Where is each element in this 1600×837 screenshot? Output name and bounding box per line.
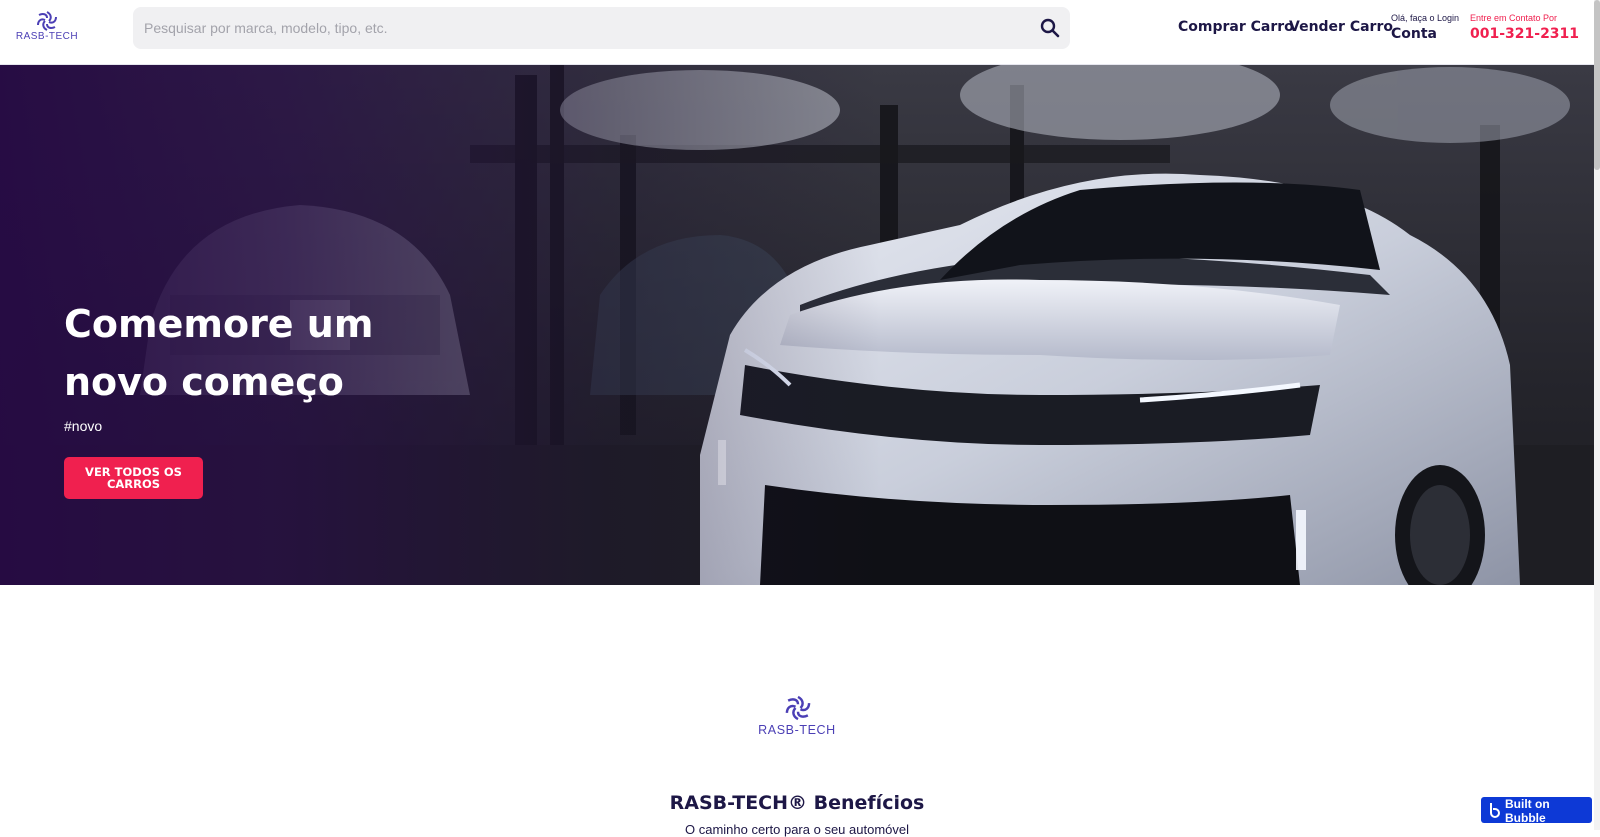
bubble-logo-icon bbox=[1490, 803, 1500, 818]
built-on-bubble-badge[interactable]: Built on Bubble bbox=[1481, 797, 1592, 825]
search-input[interactable] bbox=[133, 7, 1013, 49]
search-icon bbox=[1040, 18, 1060, 38]
hero-banner: Comemore um novo começo #novo VER TODOS … bbox=[0, 65, 1600, 585]
rasb-tech-logo-icon bbox=[785, 695, 811, 721]
contact-hint: Entre em Contato Por bbox=[1470, 13, 1558, 23]
search-bar bbox=[133, 7, 1070, 49]
rasb-tech-logo-icon bbox=[37, 11, 57, 31]
nav-sell-car[interactable]: Vender Carro bbox=[1289, 19, 1393, 35]
account-label: Conta bbox=[1391, 26, 1437, 42]
header-logo[interactable]: RASB-TECH bbox=[10, 10, 84, 44]
benefits-title: RASB-TECH® Benefícios bbox=[669, 792, 925, 814]
page-scrollbar[interactable] bbox=[1594, 0, 1600, 830]
login-hint: Olá, faça o Login bbox=[1391, 13, 1460, 23]
contact-phone: 001-321-2311 bbox=[1470, 26, 1580, 42]
nav-buy-car[interactable]: Comprar Carro bbox=[1178, 19, 1294, 35]
badge-label: Built on Bubble bbox=[1505, 797, 1550, 825]
scrollbar-thumb[interactable] bbox=[1594, 0, 1600, 170]
hero-tag: #novo bbox=[64, 418, 103, 434]
hero-title: Comemore um novo começo bbox=[64, 302, 374, 404]
site-header: RASB-TECH Comprar Carro Vender Carro Olá… bbox=[0, 0, 1600, 65]
benefits-logo: RASB-TECH bbox=[744, 692, 850, 738]
logo-text: RASB-TECH bbox=[15, 31, 79, 42]
view-all-cars-button[interactable]: VER TODOS OS CARROS bbox=[64, 457, 203, 499]
search-button[interactable] bbox=[1038, 16, 1062, 40]
benefits-logo-text: RASB-TECH bbox=[758, 723, 836, 737]
